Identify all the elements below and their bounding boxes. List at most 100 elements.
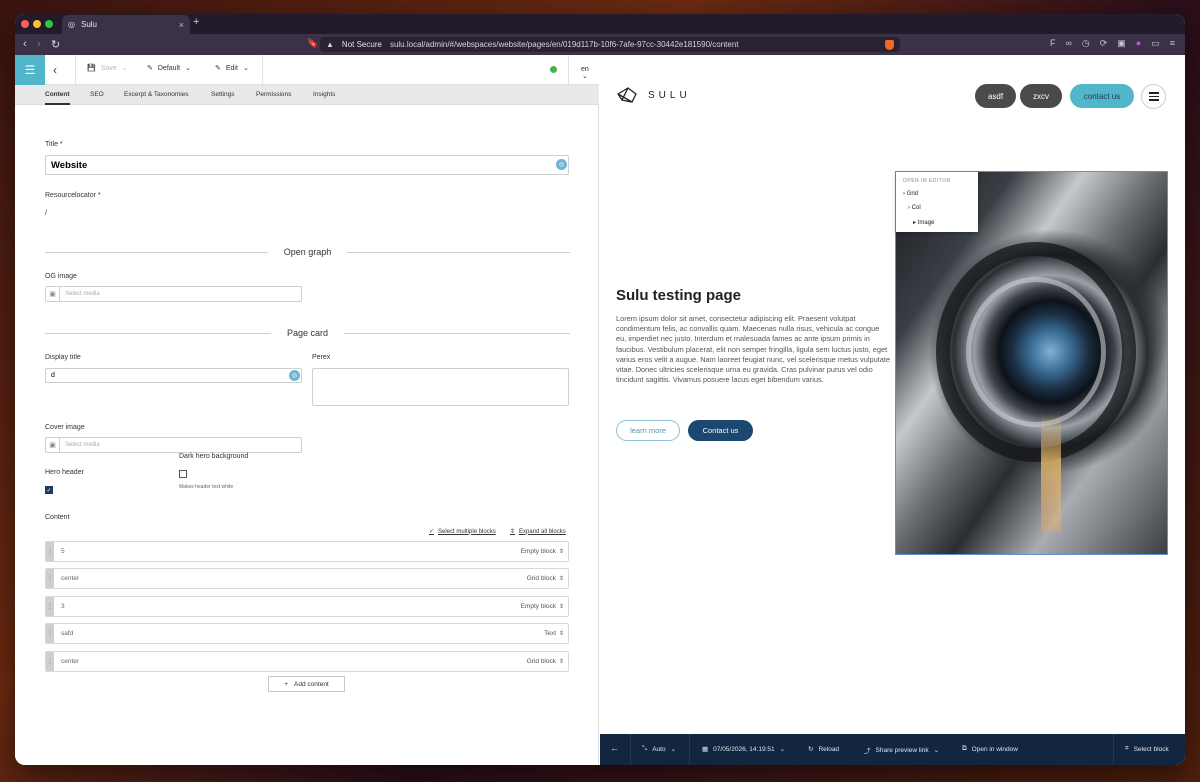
navigation-menu-button[interactable]: ☰ <box>15 55 45 85</box>
extension-screenshot-icon[interactable]: ▣ <box>1117 38 1126 49</box>
perex-label: Perex <box>312 354 331 361</box>
content-label: Content <box>45 514 70 521</box>
drag-handle-icon[interactable]: ⋮ <box>46 652 54 671</box>
new-tab-button[interactable]: + <box>193 16 199 28</box>
page-card-title: Page card <box>286 328 329 338</box>
drag-handle-icon[interactable]: ⋮ <box>46 542 54 561</box>
browser-toolbar: ‹ › ↻ 🔖 ▲ Not Secure sulu.local/admin/#/… <box>15 34 1185 55</box>
template-dropdown[interactable]: ✎ Default ⌄ <box>147 64 191 73</box>
reload-button[interactable]: ↻ Reload <box>808 745 840 754</box>
dark-hero-checkbox[interactable] <box>179 470 187 478</box>
browser-tab-title: Sulu <box>80 20 97 29</box>
popup-header: OPEN IN EDITOR <box>903 178 951 184</box>
drag-handle-icon[interactable]: ⋮ <box>46 597 54 616</box>
menu-icon[interactable]: ≡ <box>1170 38 1175 49</box>
maximize-window-button[interactable] <box>45 20 53 28</box>
popup-item-grid[interactable]: › Grid <box>903 191 918 197</box>
translate-icon[interactable]: ◎ <box>289 370 300 381</box>
extension-f-icon[interactable]: F <box>1050 38 1056 49</box>
close-window-button[interactable] <box>21 20 29 28</box>
content-block[interactable]: ⋮ 5 Empty block ⇕ <box>45 541 569 562</box>
select-multiple-link[interactable]: ✓ Select multiple blocks <box>429 528 496 536</box>
tab-seo[interactable]: SEO <box>90 91 104 98</box>
hamburger-menu-button[interactable] <box>1141 84 1166 109</box>
edit-dropdown[interactable]: ✎ Edit ⌄ <box>215 64 249 73</box>
bookmark-icon[interactable]: 🔖 <box>307 38 318 49</box>
hero-title: Sulu testing page <box>616 287 742 304</box>
extension-history-icon[interactable]: ◷ <box>1082 38 1090 49</box>
device-dropdown[interactable]: ⤡ Auto ⌄ <box>642 745 676 753</box>
minimize-window-button[interactable] <box>33 20 41 28</box>
open-in-window-button[interactable]: ⧉ Open in window <box>962 745 1018 753</box>
drag-handle-icon[interactable]: ⋮ <box>46 569 54 588</box>
tab-insights[interactable]: Insights <box>313 91 335 98</box>
back-icon[interactable]: ‹ <box>23 38 27 50</box>
device-label: Auto <box>652 745 666 753</box>
block-type[interactable]: Text <box>544 630 568 637</box>
display-title-input[interactable]: d <box>45 368 302 383</box>
image-glow-shape <box>1041 412 1061 532</box>
select-block-button[interactable]: ⌗ Select block <box>1125 745 1169 753</box>
forward-icon[interactable]: › <box>37 38 41 50</box>
nav-button-asdf[interactable]: asdf <box>975 84 1016 108</box>
extension-purple-icon[interactable]: ● <box>1136 38 1141 49</box>
share-label: Share preview link <box>875 746 929 754</box>
save-button[interactable]: 💾 Save ⌄ <box>87 64 128 73</box>
og-image-select[interactable]: ▣ Select media <box>45 286 302 302</box>
chevron-down-icon: ⌄ <box>185 65 191 72</box>
browser-window: ◎ Sulu × + ‹ › ↻ 🔖 ▲ Not Secure sulu.loc… <box>15 14 1185 765</box>
date-label: 07/05/2026, 14:19:51 <box>713 745 775 753</box>
tab-permissions[interactable]: Permissions <box>256 91 291 98</box>
hero-header-checkbox[interactable]: ✓ <box>45 486 53 494</box>
logo-text: SULU <box>648 89 691 101</box>
perex-textarea[interactable] <box>312 368 569 406</box>
brave-shield-icon[interactable] <box>885 39 894 50</box>
chevron-down-icon: ⌄ <box>121 65 128 72</box>
select-block-label: Select block <box>1133 745 1169 753</box>
nav-button-zxcv[interactable]: zxcv <box>1020 84 1062 108</box>
dark-hero-hint: Makes header text white <box>179 484 234 490</box>
reload-icon[interactable]: ↻ <box>51 38 60 51</box>
title-input[interactable]: Website <box>45 155 569 175</box>
tab-settings[interactable]: Settings <box>211 91 235 98</box>
date-picker[interactable]: ▦ 07/05/2026, 14:19:51 ⌄ <box>702 745 785 754</box>
cover-image-select[interactable]: ▣ Select media <box>45 437 302 453</box>
open-graph-title: Open graph <box>283 247 332 257</box>
content-block[interactable]: ⋮ safd Text ⇕ <box>45 623 569 644</box>
block-name: 3 <box>61 603 65 610</box>
expand-all-link[interactable]: ⇕ Expand all blocks <box>510 528 566 536</box>
tab-excerpt[interactable]: Excerpt & Taxonomies <box>124 91 189 98</box>
share-preview-button[interactable]: ⤴ Share preview link ⌄ <box>864 745 939 756</box>
admin-toolbar: ☰ ‹ 💾 Save ⌄ ✎ Default ⌄ ✎ Edit ⌄ en ⌄ <box>15 55 599 85</box>
save-icon: 💾 <box>87 65 96 72</box>
chevron-updown-icon: ⇕ <box>558 631 564 637</box>
drag-handle-icon[interactable]: ⋮ <box>46 624 54 643</box>
close-tab-icon[interactable]: × <box>179 20 184 30</box>
extension-glasses-icon[interactable]: ∞ <box>1065 38 1071 49</box>
extension-sync-icon[interactable]: ⟳ <box>1100 38 1108 49</box>
sidebar-toggle-icon[interactable]: ▭ <box>1151 38 1160 49</box>
browser-tab[interactable]: ◎ Sulu × <box>62 15 190 34</box>
open-in-editor-popup: OPEN IN EDITOR › Grid › Col ▸ Image <box>896 172 978 232</box>
locale-dropdown[interactable]: en ⌄ <box>581 66 589 80</box>
og-image-placeholder: Select media <box>65 291 100 297</box>
content-block[interactable]: ⋮ center Grid block ⇕ <box>45 651 569 672</box>
preview-back-icon[interactable]: ← <box>610 743 619 753</box>
popup-item-image[interactable]: ▸ Image <box>913 219 934 226</box>
resourcelocator-value[interactable]: / <box>45 210 47 217</box>
contact-us-button[interactable]: Contact us <box>688 420 753 441</box>
popup-item-col[interactable]: › Col <box>908 205 921 211</box>
translate-icon[interactable]: ◎ <box>556 159 567 170</box>
content-block[interactable]: ⋮ 3 Empty block ⇕ <box>45 596 569 617</box>
address-bar[interactable]: ▲ Not Secure sulu.local/admin/#/webspace… <box>320 37 900 52</box>
learn-more-button[interactable]: learn more <box>616 420 680 441</box>
content-block[interactable]: ⋮ center Grid block ⇕ <box>45 568 569 589</box>
add-content-button[interactable]: + Add content <box>268 676 345 692</box>
reload-label: Reload <box>818 745 840 753</box>
back-arrow-icon[interactable]: ‹ <box>53 63 57 77</box>
tab-content[interactable]: Content <box>45 91 70 105</box>
chevron-updown-icon: ⇕ <box>558 549 564 555</box>
toolbar-divider <box>689 734 690 765</box>
sulu-logo[interactable]: SULU <box>616 86 691 104</box>
header-contact-button[interactable]: contact us <box>1070 84 1134 108</box>
